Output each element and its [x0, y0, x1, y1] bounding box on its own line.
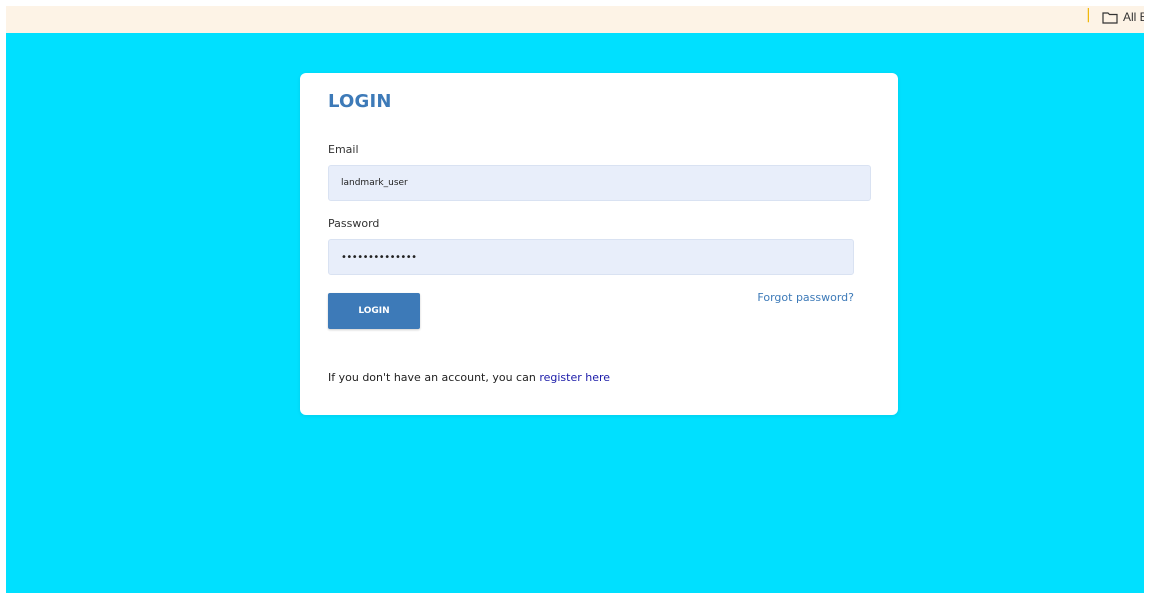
bookmarks-bar: | All B — [6, 6, 1144, 33]
login-card: LOGIN Email landmark_user Password •••••… — [300, 73, 898, 415]
bookmarks-divider: | — [1086, 7, 1091, 23]
register-prompt-text: If you don't have an account, you can — [328, 371, 540, 384]
password-field[interactable]: •••••••••••••• — [328, 239, 854, 275]
all-bookmarks-label[interactable]: All B — [1123, 10, 1144, 24]
email-field[interactable]: landmark_user — [328, 165, 871, 201]
email-value: landmark_user — [341, 178, 408, 188]
login-title: LOGIN — [328, 91, 392, 112]
email-label: Email — [328, 143, 359, 156]
password-value: •••••••••••••• — [341, 251, 417, 263]
register-link[interactable]: register here — [539, 371, 610, 384]
login-button[interactable]: LOGIN — [328, 293, 420, 329]
folder-icon[interactable] — [1102, 12, 1118, 24]
forgot-password-link[interactable]: Forgot password? — [757, 291, 854, 304]
password-label: Password — [328, 217, 380, 230]
register-prompt: If you don't have an account, you can re… — [328, 371, 610, 384]
